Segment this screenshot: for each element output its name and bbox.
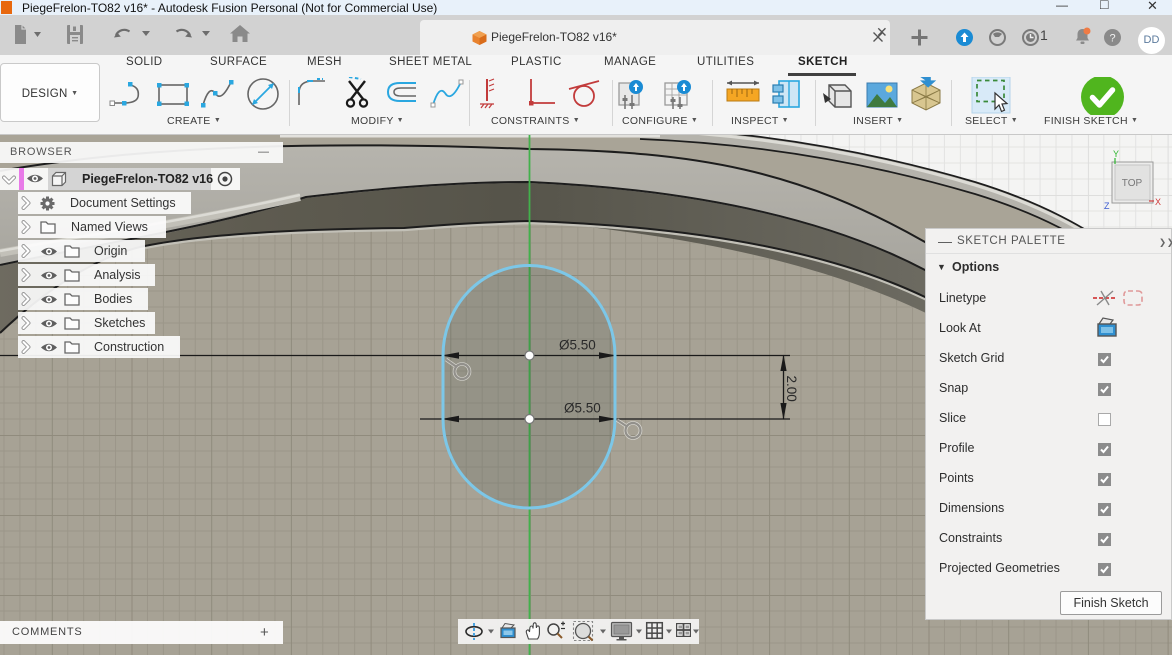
svg-text:Ø5.50: Ø5.50	[559, 338, 596, 353]
svg-text:Z: Z	[1104, 201, 1110, 211]
svg-text:Ø5.50: Ø5.50	[564, 401, 601, 416]
svg-text:TOP: TOP	[1122, 178, 1143, 189]
svg-text:2.00: 2.00	[784, 376, 799, 402]
svg-text:Y: Y	[1113, 149, 1119, 159]
svg-text:X: X	[1155, 197, 1161, 207]
svg-text:?: ?	[1109, 33, 1115, 45]
